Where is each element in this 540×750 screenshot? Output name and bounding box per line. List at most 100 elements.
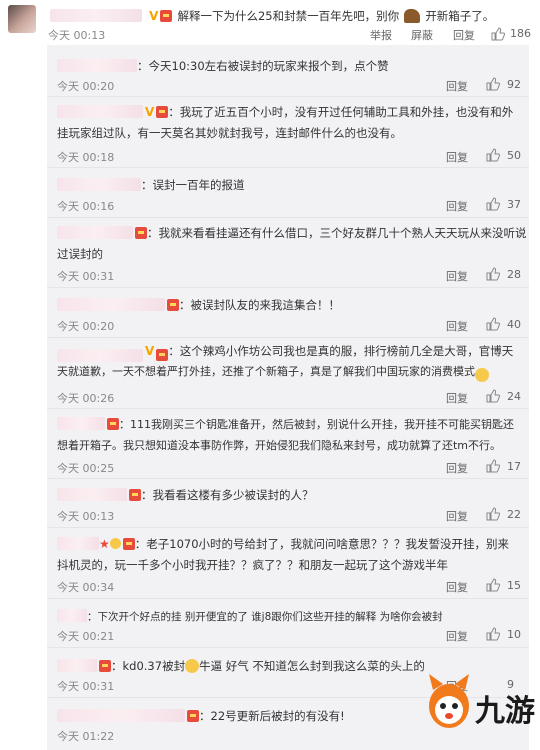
like-icon[interactable] — [486, 627, 500, 641]
like-count: 10 — [507, 628, 521, 641]
top-comment-body: V 解释一下为什么25和封禁一百年先吧，别你 开新箱子了。 — [50, 5, 494, 26]
vip-icon: V — [149, 9, 159, 23]
list-item: ★ ：老子1070小时的号给封了，我就问问啥意思？？？我发誓没开挂，别来 抖机灵的… — [57, 533, 522, 575]
divider — [47, 287, 529, 288]
comment-text: ：我看看这楼有多少被误封的人？ — [141, 488, 314, 502]
like-count: 28 — [507, 268, 521, 281]
like-count: 40 — [507, 318, 521, 331]
reply-button[interactable]: 回复 — [446, 268, 468, 284]
reply-button[interactable]: 回复 — [446, 149, 468, 165]
comment-time: 今天 00:20 — [57, 80, 115, 93]
reply-button[interactable]: 回复 — [446, 390, 468, 406]
comment-text: ：111我刚买三个钥匙准备开，然后被封，别说什么开挂，我开挂不可能买钥匙还 — [119, 418, 514, 431]
comment-time: 今天 00:34 — [57, 581, 115, 594]
like-icon[interactable] — [486, 507, 500, 521]
medal-icon — [167, 298, 179, 311]
list-item: V ：我玩了近五百个小时，没有开过任何辅助工具和外挂，也没有和外 挂玩家组过队，有… — [57, 101, 522, 143]
like-count: 186 — [510, 27, 531, 40]
comment-text: ：今天10:30左右被误封的玩家来报个到，点个赞 — [137, 59, 389, 73]
username[interactable] — [57, 105, 143, 118]
list-item: ：误封一百年的报道 — [57, 174, 522, 195]
username[interactable] — [57, 709, 185, 722]
comment-text: ：我就来看看挂逼还有什么借口，三个好友群几十个熟人天天玩从来没听说 — [147, 226, 527, 240]
divider — [47, 478, 529, 479]
username[interactable] — [57, 659, 97, 672]
reply-button[interactable]: 回复 — [446, 460, 468, 476]
username[interactable] — [57, 537, 99, 550]
medal-icon — [160, 9, 173, 22]
username[interactable] — [57, 226, 133, 239]
username[interactable] — [57, 298, 165, 311]
reply-button[interactable]: 回复 — [446, 78, 468, 94]
comment-time: 今天 00:25 — [57, 462, 115, 475]
like-icon[interactable] — [486, 77, 500, 91]
divider — [47, 598, 529, 599]
list-item: ：我就来看看挂逼还有什么借口，三个好友群几十个熟人天天玩从来没听说 过误封的 — [57, 222, 527, 264]
list-item: ：下次开个好点的挂 别开便宜的了 谁j8跟你们这些开挂的解释 为啥你会被封 — [57, 605, 522, 627]
like-icon[interactable] — [486, 148, 500, 162]
like-count: 17 — [507, 460, 521, 473]
list-item: V ：这个辣鸡小作坊公司我也是真的服，排行榜前几全是大哥，官博天 天就道歉，一天不… — [57, 342, 522, 382]
username[interactable] — [57, 488, 127, 501]
medal-icon — [107, 417, 119, 430]
comment-time: 今天 00:18 — [57, 151, 115, 164]
like-icon[interactable] — [486, 197, 500, 211]
medal-icon — [156, 349, 169, 361]
comment-text-line2: 天就道歉，一天不想着严打外挂，还推了个新箱子，真是了解我们中国玩家的消费模式 — [57, 364, 475, 378]
like-count: 24 — [507, 390, 521, 403]
comment-time: 今天 00:31 — [57, 680, 115, 693]
list-item: ：被误封队友的来我這集合！！ — [57, 294, 522, 315]
reply-button[interactable]: 回复 — [446, 628, 468, 644]
star-icon: ★ — [99, 537, 110, 551]
like-count: 92 — [507, 78, 521, 91]
comment-text: ：22号更新后被封的有没有! — [199, 709, 345, 723]
block-button[interactable]: 屏蔽 — [411, 27, 433, 43]
like-icon[interactable] — [486, 317, 500, 331]
like-icon[interactable] — [491, 27, 505, 41]
divider — [47, 217, 529, 218]
comment-text: 解释一下为什么25和封禁一百年先吧，别你 — [177, 9, 400, 23]
comment-time: 今天 00:16 — [57, 200, 115, 213]
comment-text: ：下次开个好点的挂 别开便宜的了 谁j8跟你们这些开挂的解释 为啥你会被封 — [87, 611, 443, 623]
comment-text: ：误封一百年的报道 — [141, 178, 245, 192]
horse-emoji-icon — [404, 8, 421, 23]
report-button[interactable]: 举报 — [370, 27, 392, 43]
medal-icon — [129, 488, 141, 501]
username[interactable] — [57, 348, 143, 362]
comment-time: 今天 01:22 — [57, 730, 115, 743]
comment-text-line2: 抖机灵的，玩一千多个小时我开挂？？疯了？？和朋友一起玩了这个游戏半年 — [57, 558, 448, 572]
avatar[interactable] — [8, 5, 36, 33]
brand-name: 九游 — [475, 694, 535, 729]
comment-text: ：我玩了近五百个小时，没有开过任何辅助工具和外挂，也没有和外 — [168, 105, 514, 119]
medal-icon — [156, 105, 169, 118]
smile-emoji-icon — [185, 658, 200, 673]
like-count: 15 — [507, 579, 521, 592]
reply-button[interactable]: 回复 — [446, 198, 468, 214]
username[interactable] — [50, 9, 142, 22]
reply-button[interactable]: 回复 — [453, 27, 475, 43]
divider — [47, 647, 529, 648]
mascot-logo-icon — [429, 674, 469, 728]
vip-icon: V — [145, 344, 155, 358]
username[interactable] — [57, 59, 137, 72]
like-count: 50 — [507, 149, 521, 162]
medal-icon — [99, 659, 111, 672]
divider — [47, 408, 529, 409]
medal-icon — [135, 226, 147, 239]
medal-icon — [187, 709, 199, 722]
watermark: 九游 — [425, 672, 537, 732]
divider — [47, 337, 529, 338]
reply-button[interactable]: 回复 — [446, 579, 468, 595]
comment-text: ：kd0.37被封 — [111, 659, 186, 673]
username[interactable] — [57, 417, 105, 430]
username[interactable] — [57, 178, 141, 191]
like-icon[interactable] — [486, 459, 500, 473]
like-icon[interactable] — [486, 267, 500, 281]
like-icon[interactable] — [486, 578, 500, 592]
comment-text: ：老子1070小时的号给封了，我就问问啥意思？？？我发誓没开挂，别来 — [134, 537, 510, 551]
comment-time: 今天 00:13 — [48, 29, 106, 42]
reply-button[interactable]: 回复 — [446, 318, 468, 334]
username[interactable] — [57, 609, 87, 622]
reply-button[interactable]: 回复 — [446, 508, 468, 524]
like-icon[interactable] — [486, 389, 500, 403]
